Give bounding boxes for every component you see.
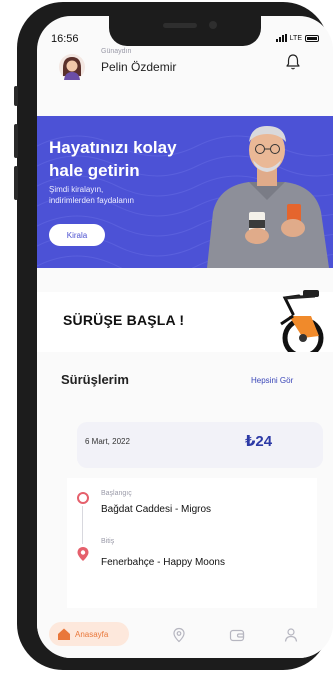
network-type: LTE <box>289 34 302 42</box>
profile-icon[interactable] <box>283 627 299 643</box>
speaker <box>163 23 197 28</box>
bicycle-image <box>280 290 324 352</box>
ride-price: ₺24 <box>245 433 273 450</box>
origin-circle-icon <box>77 492 89 504</box>
origin-address: Bağdat Caddesi - Migros <box>101 504 212 515</box>
rent-button[interactable]: Kirala <box>49 224 105 246</box>
notch <box>109 16 261 46</box>
camera <box>209 21 217 29</box>
nav-home-label: Anasayfa <box>75 629 109 639</box>
see-all-link[interactable]: Hepsini Gör <box>251 376 293 385</box>
destination-address: Fenerbahçe - Happy Moons <box>101 557 225 568</box>
banner-title-line1: Hayatınızı kolay <box>49 138 177 157</box>
banner-subtitle: Şimdi kiralayın, indirimlerden faydalanı… <box>49 184 189 206</box>
volume-up-button <box>14 124 18 158</box>
nav-home-tab[interactable]: Anasayfa <box>49 622 129 646</box>
origin-label: Başlangıç <box>101 490 132 497</box>
location-pin-icon <box>77 547 89 561</box>
battery-icon <box>305 34 319 42</box>
bell-icon[interactable] <box>285 53 301 71</box>
status-indicators: LTE <box>275 34 319 42</box>
home-icon <box>58 628 70 640</box>
start-ride-label[interactable]: SÜRÜŞE BAŞLA ! <box>63 312 184 328</box>
avatar[interactable] <box>59 54 85 80</box>
location-icon[interactable] <box>171 627 187 643</box>
my-rides-heading: Sürüşlerim <box>61 372 129 387</box>
banner-subtitle-line1: Şimdi kiralayın, <box>49 185 104 194</box>
route-line <box>82 506 83 544</box>
banner-subtitle-line2: indirimlerden faydalanın <box>49 196 134 205</box>
app-screen: 16:56 LTE Günaydın Pelin Özdemir Hayatın… <box>37 16 333 658</box>
destination-label: Bitiş <box>101 538 115 545</box>
status-time: 16:56 <box>51 33 79 45</box>
greeting-text: Günaydın <box>101 48 132 55</box>
banner-title-line2: hale getirin <box>49 161 140 180</box>
mute-switch <box>14 86 18 106</box>
user-name: Pelin Özdemir <box>101 60 177 74</box>
promo-banner: Hayatınızı kolay hale getirin Şimdi kira… <box>37 116 333 268</box>
ride-date: 6 Mart, 2022 <box>85 437 130 446</box>
bottom-navigation: Anasayfa <box>37 612 333 658</box>
man-with-coffee-image <box>207 126 329 268</box>
banner-title: Hayatınızı kolay hale getirin <box>49 136 209 182</box>
phone-frame: 16:56 LTE Günaydın Pelin Özdemir Hayatın… <box>14 2 333 670</box>
volume-down-button <box>14 166 18 200</box>
wallet-icon[interactable] <box>229 627 245 643</box>
signal-icon <box>275 34 287 42</box>
